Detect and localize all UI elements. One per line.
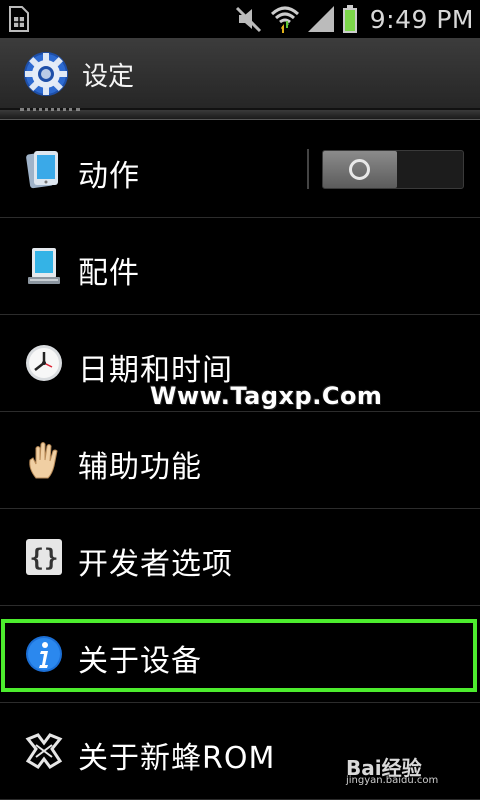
status-bar: 9:49 PM	[0, 0, 480, 38]
settings-item-label: 开发者选项	[78, 547, 233, 582]
bee-logo-icon	[25, 733, 63, 769]
settings-item-label: 配件	[78, 256, 140, 291]
action-bar: 设定	[0, 38, 480, 110]
settings-list: 动作 配件 日期和时间 辅助功能 {} 开发者选项 关于设备 关于新蜂ROM	[0, 121, 480, 800]
settings-item-accessory[interactable]: 配件	[0, 218, 480, 315]
svg-text:{}: {}	[30, 544, 59, 572]
settings-item-accessibility[interactable]: 辅助功能	[0, 412, 480, 509]
settings-item-label: 辅助功能	[78, 450, 202, 485]
status-time: 9:49 PM	[369, 4, 474, 34]
scrolled-item-remnant	[20, 108, 80, 114]
toggle-off-icon	[349, 159, 370, 180]
page-title: 设定	[82, 62, 135, 92]
toggle-knob	[323, 151, 397, 188]
settings-item-label: 关于新蜂ROM	[78, 741, 276, 776]
baidu-url: jingyan.baidu.com	[346, 775, 439, 786]
toggle-divider	[307, 149, 309, 189]
clock-icon	[26, 345, 62, 381]
watermark-text: Www.Tagxp.Com	[150, 382, 383, 410]
braces-icon: {}	[26, 539, 62, 575]
motion-toggle[interactable]	[322, 150, 464, 189]
mute-icon	[235, 6, 261, 33]
settings-item-motion[interactable]: 动作	[0, 121, 480, 218]
highlight-box	[1, 619, 477, 692]
sim-card-icon	[9, 6, 29, 32]
scroll-edge	[0, 108, 480, 120]
motion-phone-icon	[26, 151, 58, 189]
baidu-watermark: Bai经验 jingyan.baidu.com	[346, 744, 456, 792]
wifi-icon	[270, 6, 299, 33]
settings-item-label: 动作	[78, 159, 140, 194]
battery-icon	[342, 5, 357, 33]
signal-icon	[307, 6, 334, 32]
hand-icon	[29, 442, 58, 479]
settings-item-developer-options[interactable]: {} 开发者选项	[0, 509, 480, 606]
settings-gear-icon[interactable]	[22, 50, 70, 98]
accessory-dock-icon	[28, 248, 60, 284]
